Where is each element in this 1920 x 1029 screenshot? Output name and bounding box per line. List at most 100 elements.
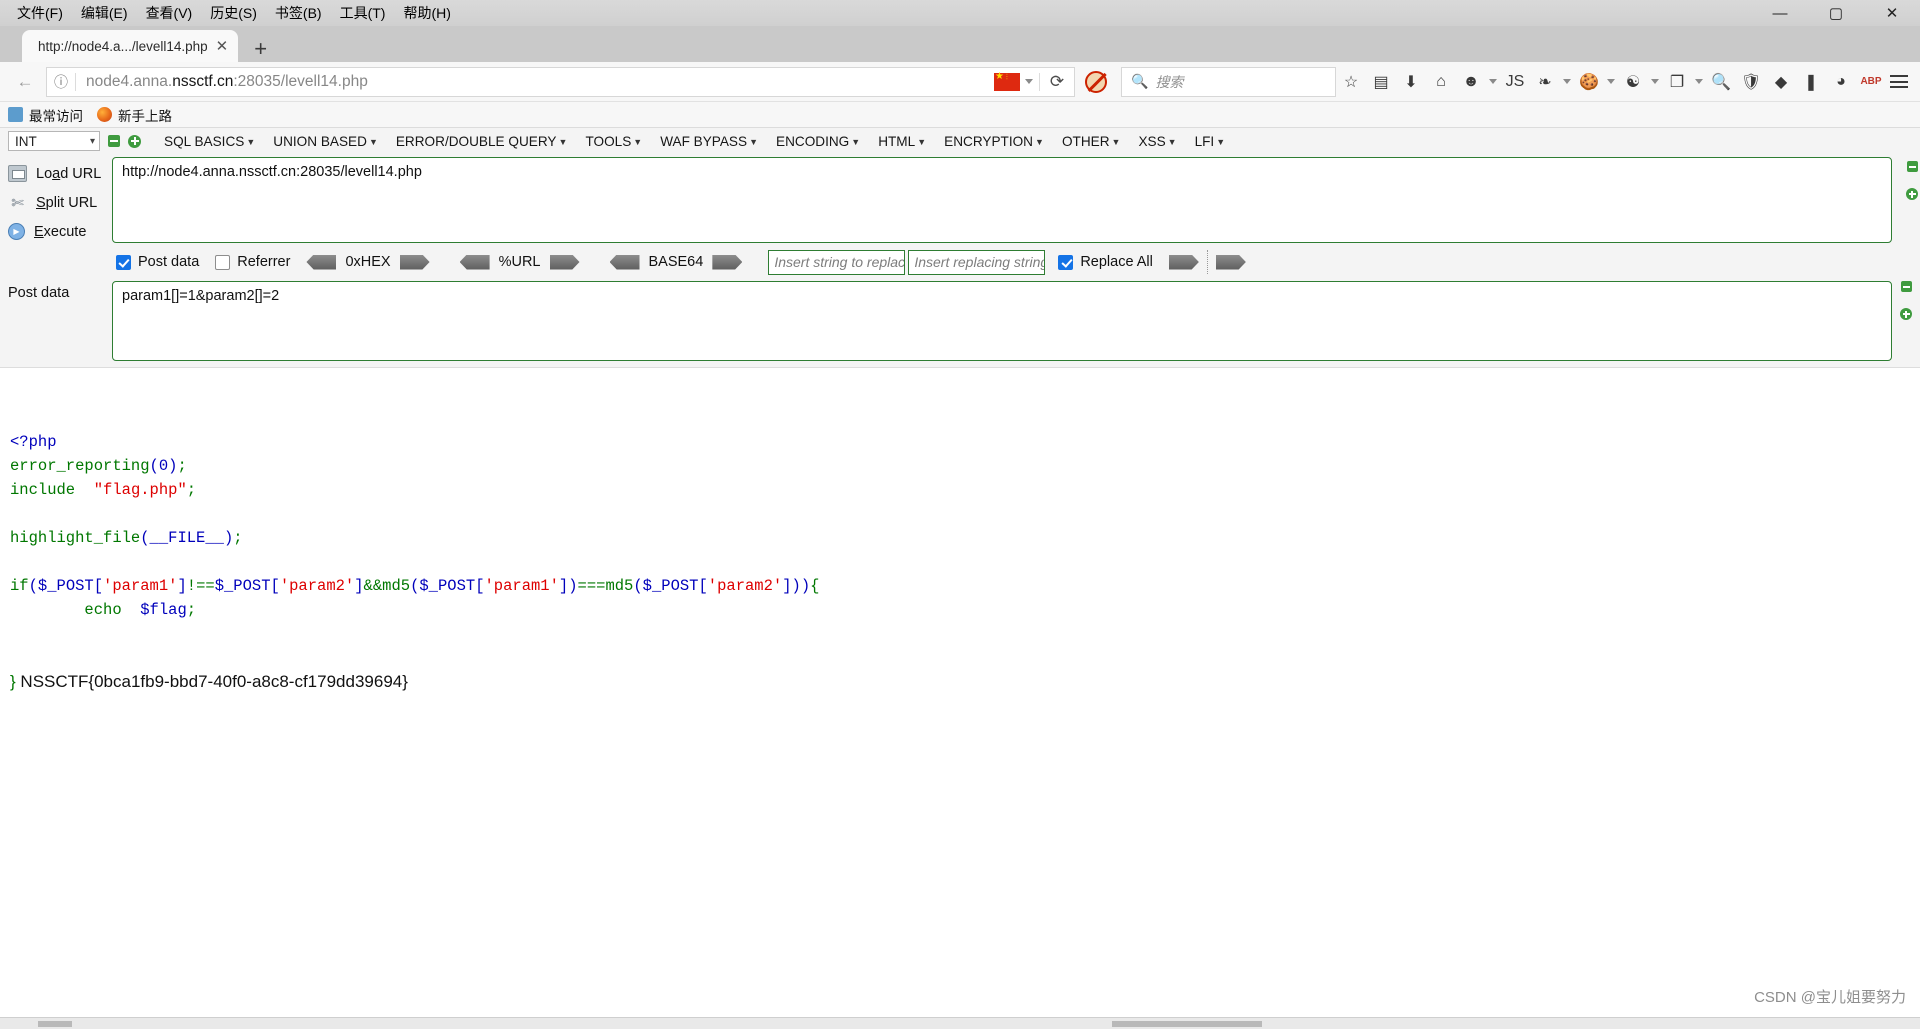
menu-item-tools[interactable]: 工具(T) <box>331 1 395 25</box>
user-agent-switcher-icon[interactable]: ☻ <box>1456 67 1486 97</box>
hackbar-menu-error-query[interactable]: ERROR/DOUBLE QUERY ▼ <box>387 132 577 151</box>
code-token: ] <box>177 577 187 595</box>
base64-decode-arrow-icon[interactable] <box>609 254 640 270</box>
code-token: ( <box>149 457 159 475</box>
code-token: ; <box>186 601 197 619</box>
code-token: { <box>810 577 820 595</box>
browser-tab-active[interactable]: http://node4.a.../levell14.php ✕ <box>22 30 239 62</box>
code-token: highlight_file <box>10 529 141 547</box>
post-data-checkbox[interactable] <box>116 254 131 270</box>
search-input[interactable]: 🔍 搜索 <box>1121 66 1336 97</box>
menu-item-bookmarks[interactable]: 书签(B) <box>266 1 331 25</box>
load-url-button[interactable]: Load URL <box>0 159 112 188</box>
app-menu-icon[interactable] <box>1886 67 1912 97</box>
hackbar-menu-sql-basics[interactable]: SQL BASICS ▼ <box>155 132 264 151</box>
base64-encode-arrow-icon[interactable] <box>712 254 743 270</box>
replace-apply-arrow-icon[interactable] <box>1168 254 1199 270</box>
chevron-down-icon[interactable] <box>1025 79 1033 84</box>
options-separator <box>1206 250 1208 274</box>
url-decode-arrow-icon[interactable] <box>459 254 490 270</box>
reader-view-icon[interactable]: ▤ <box>1366 67 1396 97</box>
menu-item-history[interactable]: 历史(S) <box>201 1 266 25</box>
execute-button[interactable]: ▶ Execute <box>0 217 112 246</box>
back-icon[interactable]: ← <box>8 67 42 97</box>
post-data-label: Post data <box>138 254 200 270</box>
menu-item-view[interactable]: 查看(V) <box>137 1 202 25</box>
zoom-icon[interactable]: 🔍 <box>1706 67 1736 97</box>
hex-encode-arrow-icon[interactable] <box>399 254 430 270</box>
code-block: <?php error_reporting(0); include "flag.ph… <box>10 430 1908 622</box>
china-flag-icon <box>994 70 1020 91</box>
downloads-icon[interactable]: ⬇ <box>1396 67 1426 97</box>
post-area-side-buttons <box>1900 281 1912 320</box>
javascript-toggle-icon[interactable]: JS <box>1500 67 1530 97</box>
hackbar-menu-encryption[interactable]: ENCRYPTION ▼ <box>935 132 1053 151</box>
url-text: node4.anna.nssctf.cn:28035/levell14.php <box>76 73 988 91</box>
close-button[interactable]: ✕ <box>1864 0 1920 26</box>
window-controls: — ▢ ✕ <box>1752 0 1920 26</box>
grow-textarea-icon[interactable] <box>1906 188 1918 200</box>
grow-post-textarea-icon[interactable] <box>1900 308 1912 320</box>
hackbar-body: Load URL ✄ Split URL ▶ Execute http://no… <box>0 154 1920 367</box>
hackbar-menu-xss[interactable]: XSS ▼ <box>1129 132 1185 151</box>
replace-find-input[interactable]: Insert string to replace <box>768 249 906 275</box>
shrink-post-textarea-icon[interactable] <box>1900 281 1912 292</box>
referrer-checkbox[interactable] <box>215 254 231 270</box>
menu-item-edit[interactable]: 编辑(E) <box>72 1 137 25</box>
globe-icon[interactable]: ◕ <box>1826 67 1856 97</box>
hackbar-menu-encoding[interactable]: ENCODING ▼ <box>767 132 869 151</box>
ie-tab-icon[interactable]: ❧ <box>1530 67 1560 97</box>
hackbar-menu-union-based[interactable]: UNION BASED ▼ <box>264 132 387 151</box>
copy-pages-chevron-icon[interactable] <box>1692 67 1706 97</box>
play-icon: ▶ <box>8 223 25 240</box>
replace-extra-arrow-icon[interactable] <box>1215 254 1246 270</box>
maximize-button[interactable]: ▢ <box>1808 0 1864 26</box>
notes-icon[interactable]: ❚ <box>1796 67 1826 97</box>
menu-item-file[interactable]: 文件(F) <box>8 1 72 25</box>
hackbar-menu-tools[interactable]: TOOLS ▼ <box>576 132 651 151</box>
close-tab-icon[interactable]: ✕ <box>216 39 229 54</box>
bookmark-star-icon[interactable]: ☆ <box>1336 67 1366 97</box>
reload-icon[interactable]: ⟳ <box>1040 67 1074 97</box>
bookmark-getting-started[interactable]: 新手上路 <box>97 105 172 125</box>
menu-item-help[interactable]: 帮助(H) <box>394 1 459 25</box>
payload-type-select[interactable]: INT ▾ <box>8 131 100 151</box>
hackbar-menu-html[interactable]: HTML ▼ <box>869 132 935 151</box>
cookie-manager-icon[interactable]: 🍪 <box>1574 67 1604 97</box>
shrink-textarea-icon[interactable] <box>1906 161 1918 172</box>
code-line: echo $flag; <box>10 598 1908 622</box>
split-url-button[interactable]: ✄ Split URL <box>0 188 112 217</box>
hackbar-menu-other[interactable]: OTHER ▼ <box>1053 132 1130 151</box>
proxy-switcher-icon[interactable]: ☯ <box>1618 67 1648 97</box>
bookmark-most-visited[interactable]: 最常访问 <box>8 105 83 125</box>
adblock-icon[interactable]: ABP <box>1856 67 1886 97</box>
new-tab-button[interactable]: + <box>254 38 267 60</box>
add-tab-icon[interactable] <box>128 134 141 148</box>
copy-pages-icon[interactable]: ❐ <box>1662 67 1692 97</box>
code-token: 'param1' <box>484 577 559 595</box>
noscript-icon[interactable] <box>1079 67 1113 97</box>
home-icon[interactable]: ⌂ <box>1426 67 1456 97</box>
code-token: && <box>363 577 383 595</box>
remove-tab-icon[interactable] <box>108 135 120 147</box>
post-data-textarea[interactable]: param1[]=1&param2[]=2 <box>112 281 1892 361</box>
cookie-chevron-icon[interactable] <box>1604 67 1618 97</box>
site-identity-icon[interactable]: ⓘ <box>47 72 75 92</box>
shield-icon[interactable]: 🛡 <box>1736 67 1766 97</box>
translate-flag-button[interactable] <box>988 70 1039 91</box>
hackbar-menu-lfi[interactable]: LFI ▼ <box>1186 132 1235 151</box>
hackbar-menu-waf-bypass[interactable]: WAF BYPASS ▼ <box>651 132 767 151</box>
address-bar[interactable]: ⓘ node4.anna.nssctf.cn:28035/levell14.ph… <box>46 66 1075 97</box>
replace-with-input[interactable]: Insert replacing string <box>908 249 1046 275</box>
proxy-chevron-icon[interactable] <box>1648 67 1662 97</box>
url-encode-arrow-icon[interactable] <box>549 254 580 270</box>
minimize-button[interactable]: — <box>1752 0 1808 26</box>
replace-all-checkbox[interactable] <box>1058 254 1074 270</box>
gem-icon[interactable]: ◆ <box>1766 67 1796 97</box>
hex-decode-arrow-icon[interactable] <box>306 254 337 270</box>
url-textarea[interactable]: http://node4.anna.nssctf.cn:28035/levell… <box>112 157 1892 243</box>
code-token: ] <box>558 577 569 595</box>
user-agent-chevron-icon[interactable] <box>1486 67 1500 97</box>
ie-tab-chevron-icon[interactable] <box>1560 67 1574 97</box>
